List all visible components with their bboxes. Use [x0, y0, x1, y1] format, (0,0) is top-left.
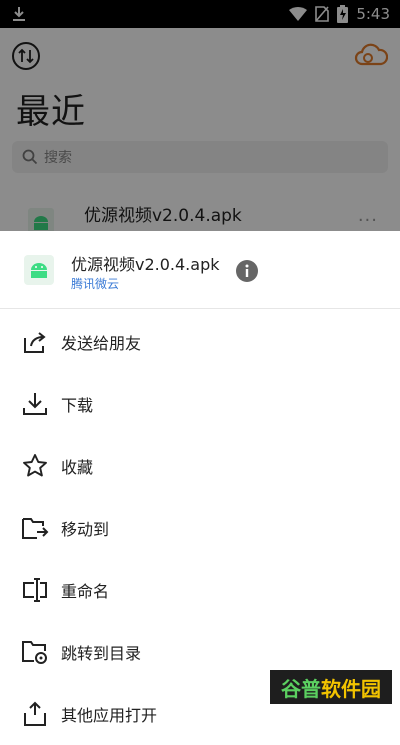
menu-item-send-to-friend[interactable]: 发送给朋友 [0, 311, 400, 373]
star-icon [21, 452, 49, 480]
rename-icon [21, 576, 49, 604]
menu-item-download[interactable]: 下载 [0, 373, 400, 435]
menu-item-label: 收藏 [61, 458, 94, 477]
info-icon[interactable] [236, 260, 258, 282]
menu-item-label: 发送给朋友 [61, 334, 142, 353]
menu-item-label: 其他应用打开 [61, 706, 158, 725]
move-folder-icon [21, 514, 49, 542]
folder-locate-icon [21, 638, 49, 666]
menu-item-rename[interactable]: 重命名 [0, 559, 400, 621]
sheet-header: 优源视频v2.0.4.apk 腾讯微云 [0, 231, 400, 309]
file-action-sheet: 优源视频v2.0.4.apk 腾讯微云 发送给朋友 下载 收藏 移动到 重命名 … [0, 231, 400, 726]
menu-item-label: 下载 [61, 396, 94, 415]
menu-item-label: 跳转到目录 [61, 644, 142, 663]
download-icon [21, 390, 49, 418]
watermark-text-b: 软件园 [321, 676, 381, 701]
menu-item-label: 移动到 [61, 520, 110, 539]
share-icon [21, 328, 49, 356]
menu-item-favorite[interactable]: 收藏 [0, 435, 400, 497]
menu-item-move-to[interactable]: 移动到 [0, 497, 400, 559]
menu-item-label: 重命名 [61, 582, 110, 601]
open-with-icon [21, 700, 49, 728]
watermark-text-a: 谷普 [281, 676, 321, 701]
watermark-logo: 谷普 软件园 [270, 670, 392, 704]
apk-file-icon [24, 255, 54, 285]
sheet-file-name: 优源视频v2.0.4.apk [71, 255, 220, 274]
sheet-file-source[interactable]: 腾讯微云 [71, 275, 119, 292]
